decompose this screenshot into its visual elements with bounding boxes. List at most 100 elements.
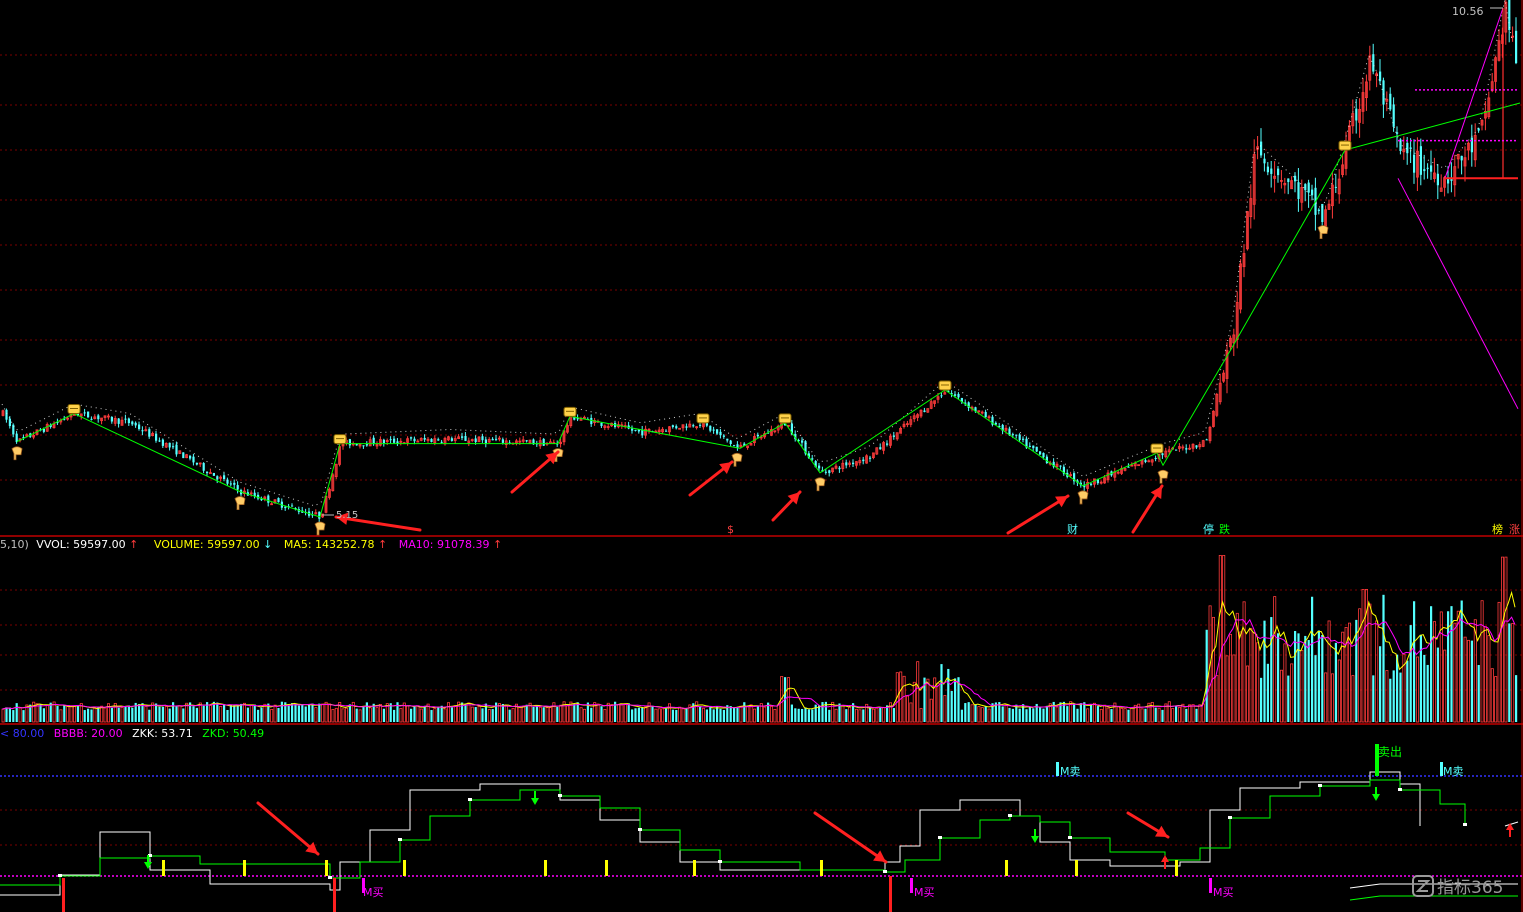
volume-bar <box>1477 665 1480 722</box>
volume-bar <box>906 695 910 723</box>
volume-bar <box>195 707 198 722</box>
volume-bar <box>223 704 226 722</box>
volume-bar <box>69 705 73 723</box>
marker-ting: 停 <box>1203 522 1214 536</box>
candle-body <box>8 418 11 427</box>
volume-bar <box>327 703 331 723</box>
volume-bar <box>308 704 311 722</box>
candle-body <box>1392 104 1395 127</box>
volume-bar <box>1154 707 1157 722</box>
volume-bar <box>1270 617 1273 722</box>
volume-bar <box>18 707 22 723</box>
volume-bar <box>947 668 950 722</box>
down-arrow-icon: ↓ <box>263 538 272 551</box>
candle-body <box>1028 445 1031 447</box>
candle-body <box>1144 460 1147 462</box>
volume-panel <box>1 555 1518 723</box>
volume-bar <box>45 704 49 723</box>
candle-body <box>348 439 351 446</box>
volume-bar <box>811 709 814 722</box>
volume-bar <box>229 704 232 722</box>
volume-bar <box>8 707 11 722</box>
candle-body <box>1317 209 1320 211</box>
up-arrow-icon: ↑ <box>493 538 502 551</box>
candle-body <box>192 456 195 463</box>
volume-bar <box>651 705 654 722</box>
candle-body <box>828 470 831 474</box>
volume-bar <box>848 706 852 723</box>
volume-bar <box>875 707 879 723</box>
volume-bar <box>1508 623 1511 722</box>
volume-bar <box>1511 623 1515 723</box>
candle-body <box>824 471 827 473</box>
volume-header-ma10: MA10: 91078.39 <box>399 538 490 551</box>
candle-body <box>267 495 270 503</box>
volume-bar <box>967 702 970 722</box>
volume-bar <box>1263 620 1266 722</box>
volume-bar <box>1436 647 1439 722</box>
candle-body <box>716 429 719 434</box>
volume-bar <box>699 706 702 722</box>
candle-body <box>1032 445 1035 449</box>
volume-bar <box>733 708 736 722</box>
candle-body <box>216 476 219 480</box>
volume-bar <box>76 706 79 722</box>
candle-body <box>892 435 895 437</box>
candle-body <box>1436 173 1439 186</box>
volume-bar <box>882 707 886 723</box>
candle-body <box>1277 168 1280 176</box>
volume-bar <box>1497 601 1501 723</box>
volume-bar <box>566 705 570 723</box>
volume-bar <box>1045 705 1048 722</box>
volume-bar <box>192 706 195 722</box>
zkd-marker <box>1228 816 1232 819</box>
candle-body <box>1372 54 1375 72</box>
candle-body <box>671 425 674 427</box>
volume-bar <box>393 709 396 722</box>
candle-body <box>461 436 464 438</box>
volume-bar <box>1052 701 1055 722</box>
volume-bar <box>804 707 807 722</box>
candle-body <box>5 409 8 420</box>
volume-bar <box>610 704 614 723</box>
volume-header-vvol: VVOL: 59597.00 <box>36 538 125 551</box>
volume-bar <box>63 704 66 722</box>
volume-bar <box>375 707 379 723</box>
volume-bar <box>1266 663 1269 722</box>
green-down-arrow-icon <box>1031 836 1039 843</box>
magenta-buy-bar <box>910 878 913 893</box>
candle-body <box>1409 147 1412 149</box>
candle-body <box>481 436 484 441</box>
volume-bar <box>573 704 576 722</box>
volume-bar <box>15 703 18 722</box>
volume-bar <box>249 704 253 723</box>
volume-bar <box>763 706 767 723</box>
candle-body <box>1287 178 1290 183</box>
volume-bar <box>984 706 987 722</box>
volume-bar <box>246 707 249 722</box>
zkd-marker <box>883 870 887 873</box>
volume-bar <box>433 708 437 723</box>
volume-bar <box>1167 701 1171 723</box>
volume-bar <box>681 708 685 723</box>
volume-bar <box>705 709 708 722</box>
yellow-signal-bar <box>1075 860 1078 876</box>
candle-body <box>685 426 688 428</box>
volume-bar <box>665 708 668 722</box>
volume-bar <box>1314 655 1317 722</box>
volume-bar <box>263 703 267 723</box>
candle-body <box>736 444 739 448</box>
volume-bar <box>443 708 447 723</box>
volume-bar <box>1307 640 1310 722</box>
volume-bar <box>790 704 793 722</box>
candle-body <box>957 393 960 398</box>
volume-bar <box>1229 633 1233 723</box>
volume-bar <box>450 707 453 722</box>
candle-body <box>665 430 668 432</box>
candle-body <box>862 459 865 462</box>
volume-bar <box>1008 707 1011 722</box>
volume-bar <box>56 706 59 722</box>
volume-bar <box>39 704 42 722</box>
volume-bar <box>869 706 872 722</box>
volume-bar <box>1490 668 1494 723</box>
